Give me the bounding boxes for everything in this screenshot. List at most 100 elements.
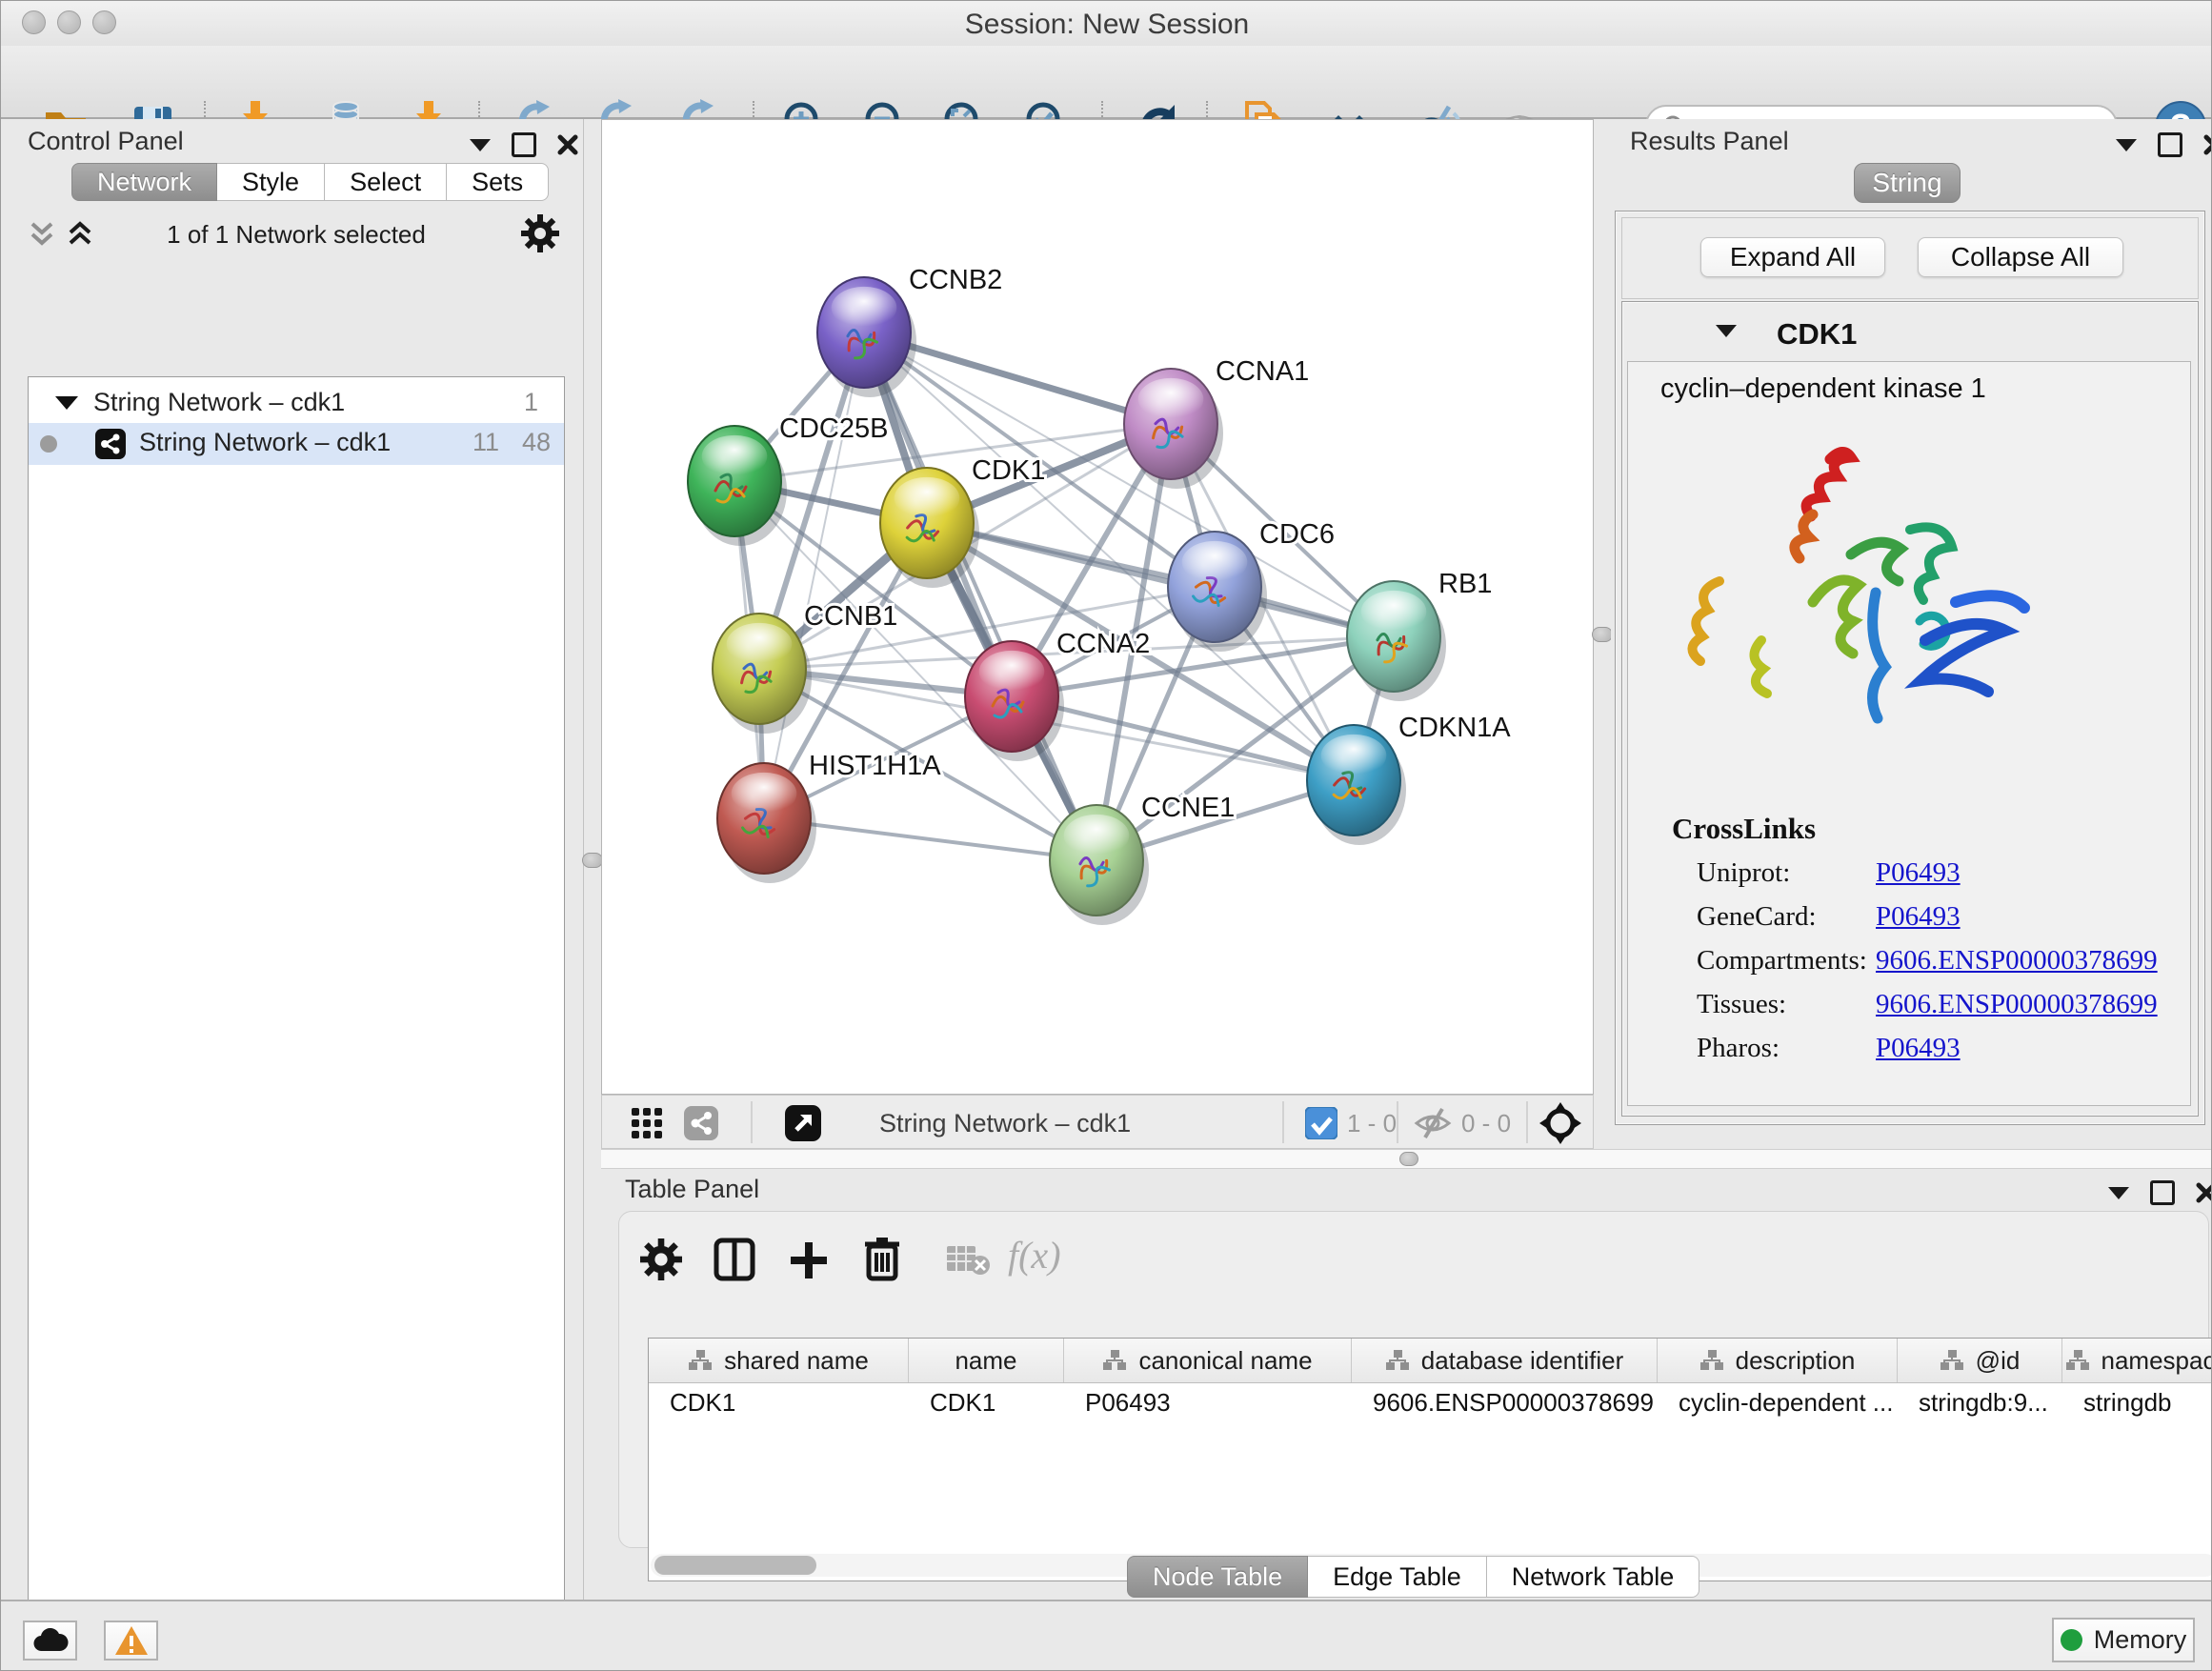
close-panel-icon[interactable] bbox=[2196, 1182, 2212, 1203]
network-canvas[interactable]: CCNB2CCNA1CDC25BCDK1CDC6RB1CCNB1CCNA2CDK… bbox=[601, 119, 1594, 1095]
network-edge-count: 48 bbox=[522, 428, 551, 457]
results-panel-window-buttons bbox=[2116, 132, 2212, 157]
table-header-row: shared name name canonical name database id… bbox=[649, 1339, 2212, 1383]
gene-name: CDK1 bbox=[1777, 317, 1857, 352]
close-panel-icon[interactable] bbox=[2203, 134, 2212, 155]
node-label-HIST1H1A: HIST1H1A bbox=[809, 751, 941, 781]
panel-menu-icon[interactable] bbox=[470, 139, 491, 151]
tab-node-table[interactable]: Node Table bbox=[1127, 1556, 1308, 1598]
expand-all-button[interactable]: Expand All bbox=[1700, 237, 1885, 277]
hidden-items-eye-icon bbox=[1414, 1107, 1452, 1139]
network-view-toolbar: String Network – cdk1 1 - 0 0 - 0 bbox=[601, 1095, 1594, 1149]
hidden-counts: 0 - 0 bbox=[1461, 1109, 1511, 1138]
column-header-namespac[interactable]: namespac bbox=[2062, 1339, 2212, 1382]
cloud-icon bbox=[32, 1628, 69, 1653]
grid-view-icon[interactable] bbox=[631, 1107, 663, 1139]
memory-status-dot-icon bbox=[2061, 1629, 2082, 1651]
node-CCNA2[interactable] bbox=[965, 641, 1064, 761]
status-bar: Memory bbox=[1, 1600, 2212, 1671]
selected-counts: 1 - 0 bbox=[1347, 1109, 1397, 1138]
tab-sets[interactable]: Sets bbox=[447, 163, 549, 201]
column-header-description[interactable]: description bbox=[1658, 1339, 1898, 1382]
gene-section: CDK1 cyclin–dependent kinase 1 bbox=[1621, 301, 2199, 1117]
node-label-CCNB2: CCNB2 bbox=[909, 265, 1002, 295]
network-row-selected[interactable]: String Network – cdk1 11 48 bbox=[29, 423, 564, 465]
node-CDK1[interactable] bbox=[880, 468, 979, 588]
float-panel-icon[interactable] bbox=[2158, 132, 2182, 157]
control-panel-splitter[interactable] bbox=[584, 119, 601, 1600]
table-panel-splitter[interactable] bbox=[601, 1149, 2212, 1169]
selected-checkbox-icon[interactable] bbox=[1305, 1107, 1337, 1139]
tab-network[interactable]: Network bbox=[71, 163, 217, 201]
column-header-label: name bbox=[955, 1346, 1016, 1376]
gene-section-header[interactable]: CDK1 bbox=[1622, 302, 2198, 361]
results-panel-title: Results Panel bbox=[1630, 127, 1789, 156]
node-label-CCNA1: CCNA1 bbox=[1216, 356, 1309, 387]
section-collapse-icon[interactable] bbox=[1716, 325, 1737, 337]
table-panel-title: Table Panel bbox=[625, 1175, 759, 1204]
node-CDC25B[interactable] bbox=[688, 426, 787, 546]
table-row[interactable]: CDK1CDK1P064939606.ENSP00000378699cyclin… bbox=[649, 1382, 2212, 1422]
scrollbar-thumb[interactable] bbox=[654, 1556, 816, 1575]
gear-icon[interactable] bbox=[521, 214, 559, 252]
cloud-status-button[interactable] bbox=[23, 1621, 77, 1661]
tab-edge-table[interactable]: Edge Table bbox=[1308, 1556, 1487, 1598]
node-CDC6[interactable] bbox=[1168, 532, 1267, 652]
column-type-icon bbox=[688, 1349, 713, 1372]
column-header-canonical-name[interactable]: canonical name bbox=[1064, 1339, 1352, 1382]
panel-menu-icon[interactable] bbox=[2116, 139, 2137, 151]
column-header-label: database identifier bbox=[1421, 1346, 1623, 1376]
crosslink-link[interactable]: 9606.ENSP00000378699 bbox=[1876, 945, 2158, 976]
table-cell: CDK1 bbox=[649, 1382, 909, 1422]
tree-expander-icon[interactable] bbox=[55, 396, 78, 410]
column-type-icon bbox=[1102, 1349, 1127, 1372]
table-gear-icon[interactable] bbox=[640, 1238, 682, 1280]
column-header-name[interactable]: name bbox=[909, 1339, 1064, 1382]
float-panel-icon[interactable] bbox=[2150, 1180, 2175, 1205]
add-column-icon[interactable] bbox=[787, 1237, 831, 1282]
results-panel-splitter[interactable] bbox=[1594, 119, 1611, 1149]
column-header-@id[interactable]: @id bbox=[1898, 1339, 2062, 1382]
tab-network-table[interactable]: Network Table bbox=[1487, 1556, 1700, 1598]
splitter-handle-icon[interactable] bbox=[582, 853, 603, 868]
splitter-handle-icon[interactable] bbox=[1592, 627, 1613, 642]
splitter-handle-icon[interactable] bbox=[1399, 1152, 1418, 1166]
close-panel-icon[interactable] bbox=[557, 134, 578, 155]
warning-status-button[interactable] bbox=[104, 1621, 158, 1661]
node-HIST1H1A[interactable] bbox=[717, 763, 816, 883]
tab-select[interactable]: Select bbox=[325, 163, 447, 201]
column-header-label: namespac bbox=[2101, 1346, 2212, 1376]
node-CCNA1[interactable] bbox=[1124, 369, 1223, 489]
memory-button[interactable]: Memory bbox=[2052, 1618, 2195, 1662]
tab-string[interactable]: String bbox=[1854, 163, 1961, 203]
footer-separator bbox=[1526, 1101, 1528, 1143]
control-panel-tabs: Network Style Select Sets bbox=[71, 163, 549, 199]
birdseye-crosshair-icon[interactable] bbox=[1539, 1102, 1581, 1144]
node-CCNE1[interactable] bbox=[1050, 805, 1149, 925]
open-in-new-window-icon[interactable] bbox=[785, 1105, 821, 1141]
delete-column-icon[interactable] bbox=[861, 1235, 903, 1282]
footer-separator bbox=[1282, 1101, 1284, 1143]
node-RB1[interactable] bbox=[1347, 581, 1446, 701]
node-CDKN1A[interactable] bbox=[1307, 725, 1406, 845]
panel-menu-icon[interactable] bbox=[2108, 1187, 2129, 1199]
expand-all-icon[interactable] bbox=[64, 218, 96, 251]
float-panel-icon[interactable] bbox=[512, 132, 536, 157]
crosslink-link[interactable]: P06493 bbox=[1876, 1033, 1961, 1064]
node-table: shared name name canonical name database id… bbox=[648, 1338, 2212, 1581]
column-header-shared-name[interactable]: shared name bbox=[649, 1339, 909, 1382]
crosslink-link[interactable]: P06493 bbox=[1876, 901, 1961, 933]
collapse-all-icon[interactable] bbox=[26, 218, 58, 251]
collapse-all-button[interactable]: Collapse All bbox=[1918, 237, 2123, 277]
tab-style[interactable]: Style bbox=[217, 163, 325, 201]
network-view-icon[interactable] bbox=[684, 1106, 718, 1140]
crosslink-link[interactable]: P06493 bbox=[1876, 857, 1961, 889]
network-collection-row[interactable]: String Network – cdk1 1 bbox=[29, 383, 564, 425]
column-header-label: canonical name bbox=[1138, 1346, 1312, 1376]
crosslink-label: Uniprot: bbox=[1697, 857, 1790, 889]
show-columns-icon[interactable] bbox=[713, 1237, 756, 1282]
crosslink-link[interactable]: 9606.ENSP00000378699 bbox=[1876, 989, 2158, 1020]
column-header-database-identifier[interactable]: database identifier bbox=[1352, 1339, 1658, 1382]
node-CCNB2[interactable] bbox=[817, 277, 916, 397]
crosslink-label: Pharos: bbox=[1697, 1033, 1780, 1064]
